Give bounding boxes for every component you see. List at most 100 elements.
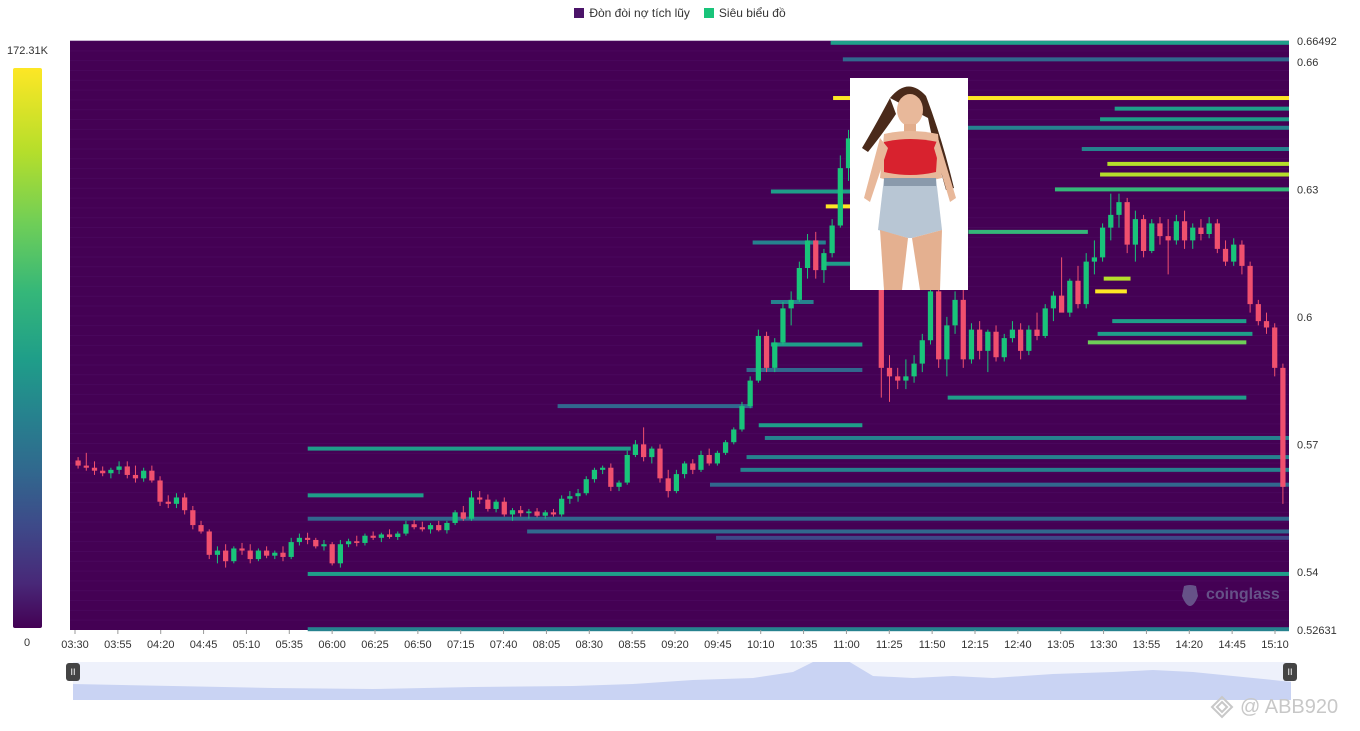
coinglass-logo-icon (1182, 585, 1198, 606)
x-axis-tick-label: 13:05 (1047, 639, 1075, 651)
overlay-photo-woman (850, 78, 968, 290)
candle-up (722, 442, 729, 453)
candle-up (1001, 338, 1007, 358)
x-axis-tick-label: 06:00 (318, 639, 346, 651)
candle-down (157, 480, 163, 502)
liquidation-level-bar (746, 455, 1289, 460)
candle-down (1272, 327, 1278, 368)
candle-down (813, 240, 819, 271)
liquidation-level-bar (1100, 117, 1289, 122)
candle-down (1058, 295, 1065, 313)
candle-up (395, 533, 401, 537)
x-axis-tick-label: 14:45 (1218, 639, 1246, 651)
candle-up (739, 406, 745, 430)
candle-down (690, 463, 696, 470)
candle-down (485, 499, 491, 509)
diamond-logo-icon (1210, 695, 1234, 719)
x-axis-tick-label: 08:30 (576, 639, 604, 651)
candle-up (927, 291, 934, 341)
candle-up (903, 376, 909, 381)
x-axis-tick-label: 07:40 (490, 639, 518, 651)
candle-down (1280, 367, 1286, 487)
liquidation-heatmap-chart[interactable]: 0.66492 0.66 0.63 0.6 0.57 0.54 0.52631 03:30 03… (0, 0, 1360, 660)
liquidation-level-bar (1081, 147, 1289, 152)
candle-up (493, 501, 499, 509)
x-axis-tick-label: 09:45 (704, 639, 732, 651)
candle-down (1140, 219, 1147, 252)
x-axis-tick-label: 12:15 (961, 639, 989, 651)
candle-down (223, 550, 229, 562)
candle-down (206, 531, 212, 555)
candle-down (239, 548, 245, 551)
candle-up (780, 308, 786, 343)
candle-up (575, 493, 581, 497)
candle-down (763, 335, 770, 368)
liquidation-level-bar (758, 423, 863, 428)
candle-up (1206, 223, 1212, 235)
x-axis-tick-label: 13:55 (1133, 639, 1161, 651)
liquidation-level-bar (709, 482, 1289, 487)
candle-down (124, 466, 130, 475)
candle-up (985, 331, 991, 351)
liquidation-level-bar (770, 342, 863, 347)
coinglass-text: coinglass (1206, 586, 1280, 603)
x-axis-tick-label: 03:55 (104, 639, 132, 651)
candle-up (919, 340, 925, 364)
candle-up (1116, 202, 1122, 215)
candle-up (231, 548, 237, 562)
y-axis-tick-label: 0.63 (1297, 184, 1318, 196)
x-axis-tick-label: 03:30 (61, 639, 89, 651)
candle-down (190, 510, 196, 526)
x-axis-tick-label: 06:50 (404, 639, 432, 651)
candle-up (772, 342, 778, 368)
candle-down (1034, 329, 1040, 336)
candle-down (936, 291, 942, 360)
candle-up (1231, 244, 1237, 262)
candle-down (83, 465, 89, 468)
candle-down (313, 539, 319, 547)
candle-up (345, 541, 352, 545)
candle-down (411, 524, 417, 528)
liquidation-level-bar (716, 535, 1289, 540)
candle-up (591, 469, 598, 480)
liquidation-level-bar (968, 229, 1088, 234)
candle-down (665, 478, 671, 492)
candle-up (821, 253, 827, 271)
candle-up (116, 466, 122, 470)
liquidation-level-bar (764, 435, 1289, 440)
candle-down (501, 501, 507, 515)
candle-down (1247, 265, 1253, 305)
candle-up (378, 534, 384, 538)
candle-up (403, 524, 409, 534)
liquidation-level-bar (1107, 161, 1289, 166)
candle-up (567, 496, 573, 499)
navigator-left-handle[interactable]: II (66, 663, 80, 681)
y-axis-tick-label: 0.66492 (1297, 36, 1337, 48)
liquidation-level-bar (557, 404, 753, 409)
candle-down (370, 535, 376, 538)
candle-down (534, 511, 540, 516)
candle-up (444, 522, 450, 531)
candle-up (714, 452, 721, 464)
candle-down (132, 474, 139, 479)
candle-up (952, 299, 958, 326)
candle-up (509, 510, 516, 515)
candle-down (1018, 329, 1024, 351)
navigator-right-handle[interactable]: II (1283, 663, 1297, 681)
y-axis-tick-label: 0.52631 (1297, 625, 1337, 637)
candle-up (731, 429, 737, 443)
navigator-area-series (73, 652, 1291, 700)
x-axis-tick-label: 10:35 (790, 639, 818, 651)
x-axis-tick-label: 07:15 (447, 639, 475, 651)
y-axis-tick-label: 0.66 (1297, 57, 1318, 69)
candle-down (1157, 223, 1163, 237)
candle-up (427, 525, 434, 530)
candle-down (895, 376, 901, 381)
time-navigator[interactable] (73, 652, 1291, 700)
candle-down (1198, 227, 1204, 235)
candle-up (1067, 280, 1073, 313)
candle-down (149, 470, 155, 481)
x-axis-tick-label: 05:10 (233, 639, 261, 651)
abb920-text: @ ABB920 (1240, 695, 1339, 718)
candle-down (1124, 202, 1130, 245)
